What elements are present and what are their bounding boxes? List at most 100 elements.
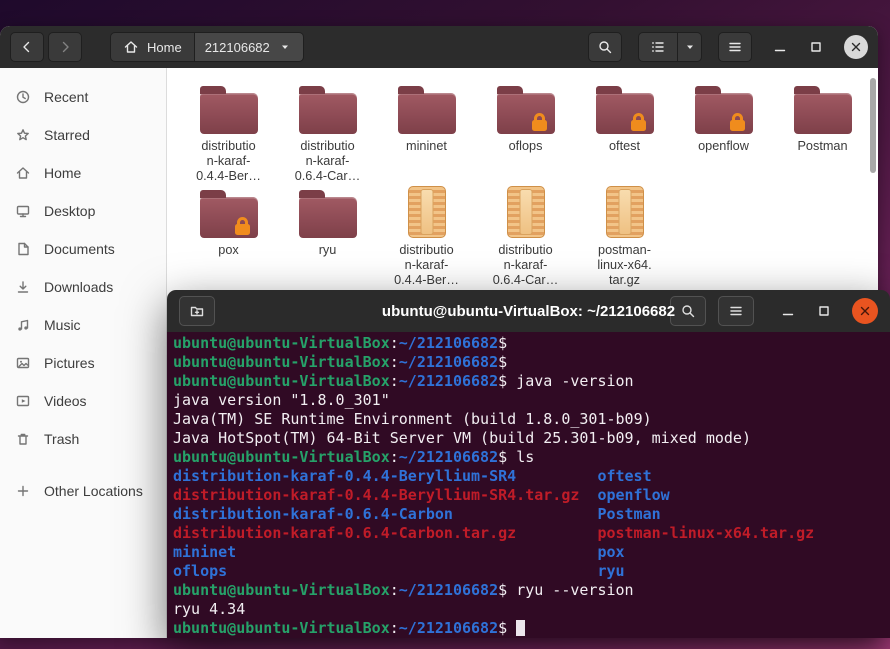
file-item-distribution-karaf-0-6-4-carbon-tar-gz[interactable]: distributio n-karaf- 0.6.4-Car… [476, 186, 575, 288]
maximize-icon [808, 39, 824, 55]
list-view-button[interactable] [638, 32, 678, 62]
new-tab-button[interactable] [179, 296, 215, 326]
close-button[interactable] [844, 35, 868, 59]
chevron-down-icon [682, 39, 698, 55]
chevron-right-icon [57, 39, 73, 55]
chevron-left-icon [19, 39, 35, 55]
document-icon [15, 241, 31, 257]
menu-button[interactable] [718, 32, 752, 62]
hamburger-icon [727, 39, 743, 55]
prompt-user: ubuntu@ubuntu-VirtualBox [173, 448, 390, 466]
terminal-line: distribution-karaf-0.6.4-Carbon.tar.gz po… [173, 524, 884, 543]
monitor-icon [15, 203, 31, 219]
prompt-user: ubuntu@ubuntu-VirtualBox [173, 334, 390, 352]
sidebar-item-desktop[interactable]: Desktop [0, 192, 166, 230]
terminal-line: distribution-karaf-0.4.4-Beryllium-SR4.t… [173, 486, 884, 505]
ls-entry: pox [597, 543, 625, 561]
terminal-window: ubuntu@ubuntu-VirtualBox: ~/212106682 ub… [167, 290, 890, 638]
file-item-mininet[interactable]: mininet [377, 82, 476, 184]
home-icon [15, 165, 31, 181]
breadcrumb-current-button[interactable]: 212106682 [194, 32, 304, 62]
breadcrumb-home-button[interactable]: Home [110, 32, 195, 62]
sidebar-item-trash[interactable]: Trash [0, 420, 166, 458]
sidebar-item-music[interactable]: Music [0, 306, 166, 344]
sidebar-item-label: Trash [44, 431, 80, 447]
terminal-search-button[interactable] [670, 296, 706, 326]
prompt-path: ~/212106682 [398, 619, 499, 637]
ls-entry: ryu [597, 562, 625, 580]
file-item-distribution-karaf-0-6-4-carbon[interactable]: distributio n-karaf- 0.6.4-Car… [278, 82, 377, 184]
search-button[interactable] [588, 32, 622, 62]
file-item-postman[interactable]: Postman [773, 82, 872, 184]
file-item-distribution-karaf-0-4-4-beryllium-sr4[interactable]: distributio n-karaf- 0.4.4-Ber… [179, 82, 278, 184]
file-item-oflops[interactable]: oflops [476, 82, 575, 184]
new-tab-icon [189, 303, 205, 319]
maximize-icon [816, 303, 832, 319]
terminal-line: ubuntu@ubuntu-VirtualBox:~/212106682$ [173, 619, 884, 638]
sidebar-item-home[interactable]: Home [0, 154, 166, 192]
sidebar-item-pictures[interactable]: Pictures [0, 344, 166, 382]
prompt-user: ubuntu@ubuntu-VirtualBox [173, 619, 390, 637]
minimize-button[interactable] [772, 39, 788, 55]
terminal-command: java -version [516, 372, 634, 390]
terminal-close-button[interactable] [852, 298, 878, 324]
search-icon [597, 39, 613, 55]
terminal-title: ubuntu@ubuntu-VirtualBox: ~/212106682 [381, 302, 676, 320]
file-item-label: distributio n-karaf- 0.4.4-Ber… [394, 243, 459, 287]
prompt-path: ~/212106682 [398, 581, 499, 599]
terminal-line: ubuntu@ubuntu-VirtualBox:~/212106682$ [173, 334, 517, 352]
breadcrumb-home-label: Home [147, 39, 182, 55]
terminal-command: ryu --version [516, 581, 634, 599]
maximize-button[interactable] [808, 39, 824, 55]
file-item-openflow[interactable]: openflow [674, 82, 773, 184]
terminal-line: oflops ryu [173, 562, 884, 581]
ls-entry: distribution-karaf-0.4.4-Beryllium-SR4 [173, 467, 517, 485]
lock-emblem-icon [729, 113, 747, 131]
sidebar-item-starred[interactable]: Starred [0, 116, 166, 154]
file-item-label: distributio n-karaf- 0.4.4-Ber… [196, 139, 261, 183]
file-item-label: postman-linux-x64. tar.gz [597, 243, 652, 287]
ls-entry: openflow [597, 486, 670, 504]
file-item-distribution-karaf-0-4-4-beryllium-sr4-tar-gz[interactable]: distributio n-karaf- 0.4.4-Ber… [377, 186, 476, 288]
back-button[interactable] [10, 32, 44, 62]
sidebar: Recent Starred Home Desktop Documents Downloa… [0, 68, 167, 638]
folder-icon [199, 190, 258, 238]
terminal-output[interactable]: ubuntu@ubuntu-VirtualBox:~/212106682$ ub… [167, 332, 890, 638]
terminal-cursor [516, 620, 526, 636]
folder-icon [298, 86, 357, 134]
ls-entry: Postman [597, 505, 661, 523]
image-icon [15, 355, 31, 371]
file-item-pox[interactable]: pox [179, 186, 278, 288]
sidebar-item-label: Downloads [44, 279, 114, 295]
download-icon [15, 279, 31, 295]
home-icon [123, 39, 139, 55]
forward-button[interactable] [48, 32, 82, 62]
close-icon [848, 39, 864, 55]
minimize-icon [772, 39, 788, 55]
file-item-label: mininet [406, 139, 447, 153]
archive-icon [506, 186, 545, 238]
terminal-maximize-button[interactable] [816, 303, 832, 319]
sidebar-item-other-locations[interactable]: Other Locations [0, 472, 166, 510]
file-item-oftest[interactable]: oftest [575, 82, 674, 184]
terminal-line: distribution-karaf-0.4.4-Beryllium-SR4 of… [173, 467, 884, 486]
folder-icon [496, 86, 555, 134]
scrollbar-thumb[interactable] [870, 78, 876, 173]
file-item-postman-linux-x64-tar-gz[interactable]: postman-linux-x64. tar.gz [575, 186, 674, 288]
lock-emblem-icon [630, 113, 648, 131]
sidebar-item-recent[interactable]: Recent [0, 78, 166, 116]
terminal-line: Java(TM) SE Runtime Environment (build 1… [173, 410, 652, 428]
sidebar-item-label: Recent [44, 89, 89, 105]
sidebar-item-videos[interactable]: Videos [0, 382, 166, 420]
view-options-button[interactable] [678, 32, 702, 62]
terminal-minimize-button[interactable] [780, 303, 796, 319]
file-item-label: oftest [608, 139, 641, 153]
file-item-ryu[interactable]: ryu [278, 186, 377, 288]
prompt-path: ~/212106682 [398, 334, 499, 352]
terminal-menu-button[interactable] [718, 296, 754, 326]
sidebar-list: Recent Starred Home Desktop Documents Downloa… [0, 78, 166, 510]
prompt-user: ubuntu@ubuntu-VirtualBox [173, 353, 390, 371]
sidebar-item-downloads[interactable]: Downloads [0, 268, 166, 306]
sidebar-item-documents[interactable]: Documents [0, 230, 166, 268]
view-toggle-group [638, 32, 702, 62]
